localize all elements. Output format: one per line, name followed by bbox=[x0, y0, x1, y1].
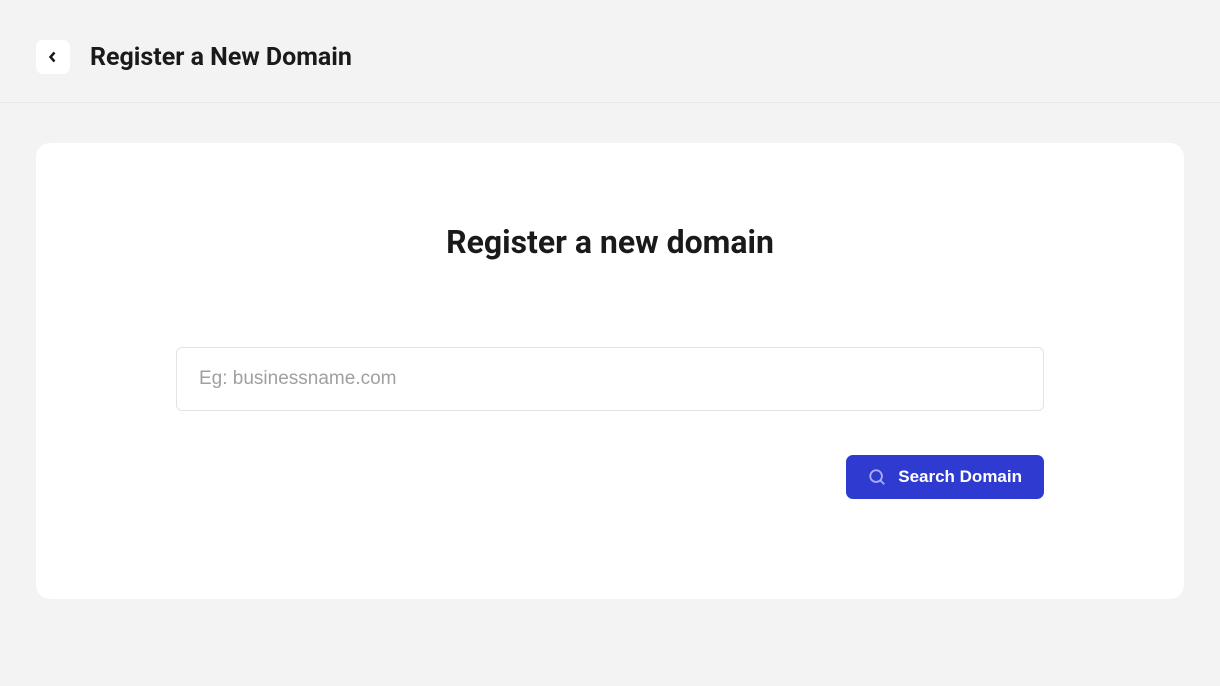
page-header: Register a New Domain bbox=[0, 0, 1220, 103]
card-heading: Register a new domain bbox=[176, 223, 1044, 261]
actions-row: Search Domain bbox=[176, 455, 1044, 499]
chevron-left-icon bbox=[47, 51, 59, 63]
back-button[interactable] bbox=[36, 40, 70, 74]
domain-search-input[interactable] bbox=[176, 347, 1044, 411]
register-domain-card: Register a new domain Search Domain bbox=[36, 143, 1184, 599]
page-title: Register a New Domain bbox=[90, 43, 352, 72]
search-domain-button-label: Search Domain bbox=[898, 467, 1022, 487]
search-domain-button[interactable]: Search Domain bbox=[846, 455, 1044, 499]
search-icon bbox=[868, 468, 886, 486]
